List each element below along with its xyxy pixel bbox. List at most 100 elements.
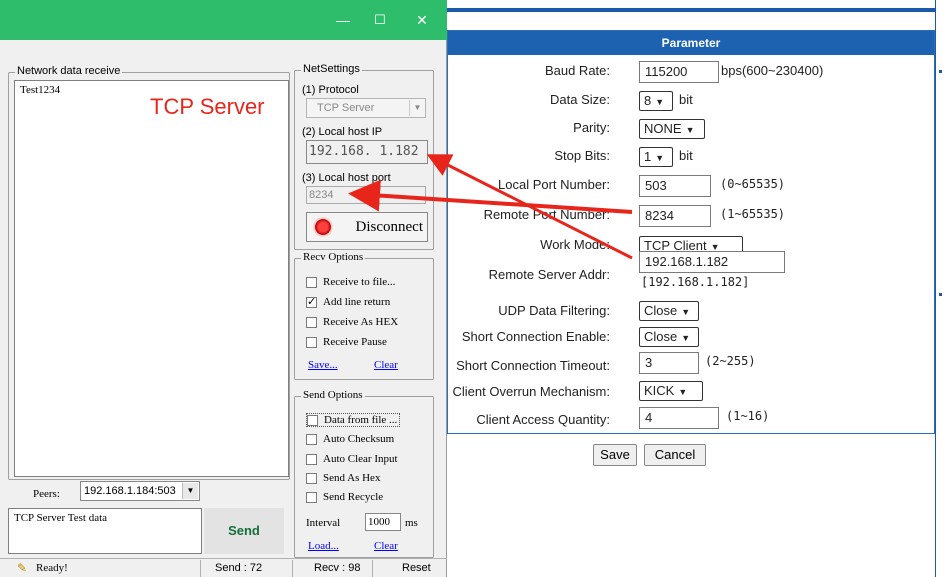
checkbox-box (306, 276, 317, 288)
short-conn-timeout-label: Short Connection Timeout: (456, 358, 610, 373)
status-recv-count: Recv : 98 (314, 562, 361, 574)
protocol-select[interactable]: TCP Server ▼ (306, 98, 426, 118)
recv-as-hex-checkbox[interactable]: Receive As HEX (306, 316, 398, 328)
checkbox-box (306, 336, 317, 348)
protocol-value: TCP Server (317, 102, 375, 114)
add-line-return-checkbox[interactable]: Add line return (306, 295, 391, 308)
short-conn-timeout-value: 3 (645, 355, 653, 370)
checkbox-box (306, 472, 317, 484)
short-conn-enable-select[interactable]: Close ▼ (639, 327, 699, 347)
send-button[interactable]: Send (204, 508, 284, 554)
chevron-down-icon: ▼ (681, 333, 691, 343)
short-conn-timeout-input[interactable]: 3 (639, 352, 699, 374)
checkbox-label: Data from file ... (324, 414, 398, 426)
record-indicator-icon (315, 219, 331, 235)
remote-server-addr-hint: [192.168.1.182] (641, 275, 750, 289)
local-port-input[interactable]: 503 (639, 175, 711, 197)
stop-bits-unit: bit (679, 148, 693, 163)
host-ip-label: (2) Local host IP (302, 126, 383, 138)
remote-port-range: (1~65535) (720, 207, 786, 221)
netsettings-label: NetSettings (301, 63, 362, 75)
ip-octet-2: .168 (332, 144, 364, 159)
close-button[interactable]: ✕ (412, 10, 432, 30)
receive-content: Test1234 (20, 84, 61, 96)
reset-button[interactable]: Reset (402, 560, 431, 577)
cancel-button[interactable]: Cancel (644, 444, 706, 466)
checkbox-box (306, 453, 317, 465)
short-conn-enable-label: Short Connection Enable: (461, 329, 610, 344)
chevron-down-icon: ▼ (681, 307, 691, 317)
parity-select[interactable]: NONE ▼ (639, 119, 705, 139)
send-recycle-checkbox[interactable]: Send Recycle (306, 491, 383, 503)
auto-clear-input-checkbox[interactable]: Auto Clear Input (306, 453, 398, 465)
stop-bits-value: 1 (644, 149, 652, 164)
interval-input[interactable]: 1000 (365, 513, 401, 531)
maximize-button[interactable]: ☐ (370, 10, 390, 30)
send-load-link[interactable]: Load... (308, 540, 339, 552)
data-size-select[interactable]: 8 ▼ (639, 91, 673, 111)
chevron-down-icon: ▼ (182, 483, 198, 499)
checkbox-box (306, 491, 317, 503)
host-port-value: 8234 (309, 189, 334, 201)
remote-server-addr-label: Remote Server Addr: (488, 267, 610, 282)
host-ip-input[interactable]: 192.168. 1.182 (306, 140, 428, 164)
checkbox-label: Send Recycle (323, 491, 384, 503)
parameter-panel: Parameter Baud Rate: 115200 bps(600~2304… (447, 30, 935, 434)
status-send-count: Send : 72 (215, 562, 263, 574)
short-conn-timeout-range: (2~255) (705, 354, 756, 368)
send-as-hex-checkbox[interactable]: Send As Hex (306, 472, 380, 484)
recv-options-label: Recv Options (301, 251, 366, 263)
udp-filter-select[interactable]: Close ▼ (639, 301, 699, 321)
access-quantity-label: Client Access Quantity: (476, 412, 610, 427)
receive-group-label: Network data receive (15, 65, 123, 77)
access-quantity-range: (1~16) (726, 409, 770, 423)
minimize-button[interactable]: — (333, 10, 353, 30)
chevron-down-icon: ▼ (655, 153, 665, 163)
interval-label: Interval (306, 517, 341, 529)
background-edge-strip (935, 0, 949, 577)
access-quantity-value: 4 (645, 410, 653, 425)
overrun-mechanism-select[interactable]: KICK ▼ (639, 381, 703, 401)
local-port-range: (0~65535) (720, 177, 786, 191)
remote-port-value: 8234 (645, 208, 674, 223)
parity-label: Parity: (573, 120, 610, 135)
recv-to-file-checkbox[interactable]: Receive to file... (306, 276, 395, 288)
auto-checksum-checkbox[interactable]: Auto Checksum (306, 433, 394, 445)
chevron-down-icon: ▼ (409, 100, 425, 116)
remote-server-addr-input[interactable]: 192.168.1.182 (639, 251, 785, 273)
recv-clear-link[interactable]: Clear (374, 359, 398, 371)
send-options-label: Send Options (301, 389, 365, 401)
status-ready: Ready! (36, 562, 68, 574)
checkbox-label: Add line return (323, 296, 391, 308)
send-textarea[interactable]: TCP Server Test data (8, 508, 202, 554)
stop-bits-select[interactable]: 1 ▼ (639, 147, 673, 167)
checkbox-label: Send As Hex (323, 472, 381, 484)
disconnect-button[interactable]: Disconnect (306, 212, 428, 242)
data-size-value: 8 (644, 93, 652, 108)
checkbox-label: Receive to file... (323, 276, 396, 288)
checkbox-label: Auto Clear Input (323, 453, 398, 465)
bullet-dot (939, 70, 942, 73)
protocol-label: (1) Protocol (302, 84, 359, 96)
recv-save-link[interactable]: Save... (308, 359, 338, 371)
send-clear-link[interactable]: Clear (374, 540, 398, 552)
recv-pause-checkbox[interactable]: Receive Pause (306, 336, 387, 348)
baud-rate-input[interactable]: 115200 (639, 61, 719, 83)
host-port-input[interactable]: 8234 (306, 186, 426, 204)
peers-select[interactable]: 192.168.1.184:503 ▼ (80, 481, 200, 501)
access-quantity-input[interactable]: 4 (639, 407, 719, 429)
save-button[interactable]: Save (593, 444, 637, 466)
checkbox-box (307, 414, 318, 426)
data-from-file-checkbox[interactable]: Data from file ... (306, 413, 401, 427)
interval-value: 1000 (368, 516, 390, 528)
remote-port-label: Remote Port Number: (483, 207, 610, 222)
checkbox-box-checked (306, 295, 317, 308)
data-size-unit: bit (679, 92, 693, 107)
chevron-down-icon: ▼ (685, 125, 695, 135)
bullet-dot (939, 293, 942, 296)
window-titlebar: — ☐ ✕ (0, 0, 447, 40)
checkbox-label: Auto Checksum (323, 433, 395, 445)
remote-port-input[interactable]: 8234 (639, 205, 711, 227)
receive-textarea[interactable]: Test1234 (14, 80, 289, 477)
status-separator (200, 560, 201, 577)
